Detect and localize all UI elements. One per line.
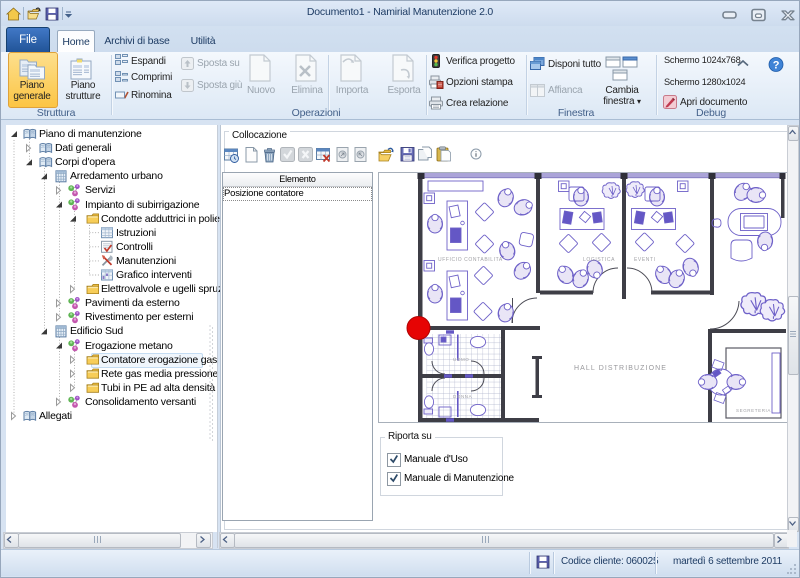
- svg-text:DONNA: DONNA: [453, 394, 472, 399]
- svg-text:LOGISTICA: LOGISTICA: [583, 257, 615, 263]
- svg-text:UOMO: UOMO: [453, 357, 469, 362]
- svg-text:HALL DISTRIBUZIONE: HALL DISTRIBUZIONE: [574, 365, 667, 372]
- svg-text:UFFICIO CONTABILITA': UFFICIO CONTABILITA': [438, 257, 504, 263]
- svg-text:EVENTI: EVENTI: [634, 257, 656, 263]
- svg-text:SEGRETERIA: SEGRETERIA: [736, 408, 771, 413]
- svg-text:?: ?: [773, 60, 780, 72]
